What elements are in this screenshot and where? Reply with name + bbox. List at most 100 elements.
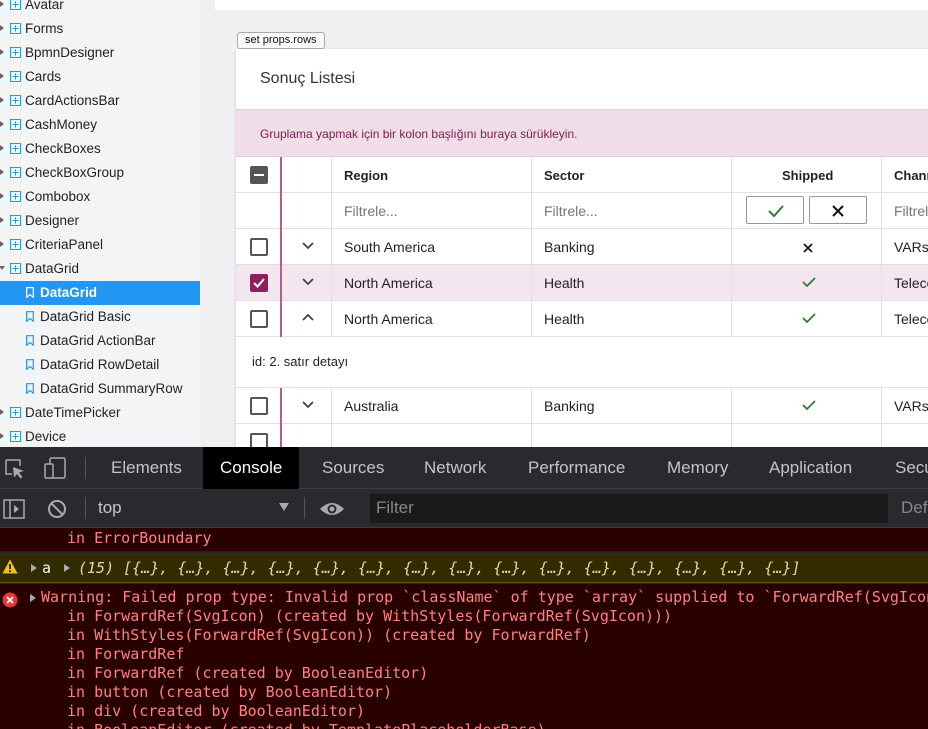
- select-all-checkbox[interactable]: [250, 166, 268, 184]
- sidebar-item[interactable]: BpmnDesigner: [0, 41, 200, 65]
- sidebar-item-label: Combobox: [25, 189, 91, 204]
- tree-caret-icon[interactable]: [0, 433, 4, 439]
- tree-caret-icon[interactable]: [0, 217, 4, 223]
- column-header-label: Channel: [894, 168, 928, 183]
- console-filter-input[interactable]: [376, 497, 876, 519]
- sidebar-item[interactable]: DataGrid ActionBar: [0, 329, 200, 353]
- channel-filter-input[interactable]: [894, 203, 928, 219]
- tab-memory[interactable]: Memory: [667, 447, 728, 489]
- region-filter-input[interactable]: [344, 203, 524, 219]
- table-row[interactable]: Australia Banking VARs: [236, 388, 928, 424]
- tree-caret-icon[interactable]: [0, 121, 4, 127]
- sector-filter-input[interactable]: [544, 203, 724, 219]
- sidebar-item[interactable]: CardActionsBar: [0, 89, 200, 113]
- sidebar-item[interactable]: DataGrid Basic: [0, 305, 200, 329]
- column-header-shipped[interactable]: Shipped: [732, 157, 882, 193]
- sidebar-item[interactable]: CashMoney: [0, 113, 200, 137]
- region-cell: North America: [332, 265, 532, 301]
- column-header-channel[interactable]: Channel: [882, 157, 928, 193]
- plus-square-icon: [10, 191, 21, 202]
- tree-caret-icon[interactable]: [0, 409, 4, 415]
- show-sidebar-icon[interactable]: [3, 499, 25, 519]
- tree-caret-icon[interactable]: [0, 241, 4, 247]
- console-message-error[interactable]: Warning: Failed prop type: Invalid prop …: [0, 584, 928, 729]
- filter-true-button[interactable]: [746, 196, 804, 224]
- table-header-row: Region Sector Shipped Channel: [236, 157, 928, 193]
- sidebar-item[interactable]: CriteriaPanel: [0, 233, 200, 257]
- tree-caret-icon[interactable]: [0, 73, 4, 79]
- tab-performance[interactable]: Performance: [528, 447, 625, 489]
- select-cell: [236, 229, 282, 265]
- tree-caret-icon[interactable]: [0, 266, 5, 270]
- clear-console-icon[interactable]: [47, 499, 67, 519]
- row-checkbox[interactable]: [250, 397, 268, 415]
- tab-console[interactable]: Console: [203, 447, 300, 489]
- tab-application[interactable]: Application: [769, 447, 852, 489]
- sidebar-item[interactable]: Forms: [0, 17, 200, 41]
- sidebar-item[interactable]: DateTimePicker: [0, 401, 200, 425]
- sidebar-item-label: DataGrid: [25, 261, 80, 276]
- plus-square-icon: [10, 23, 21, 34]
- group-panel[interactable]: Gruplama yapmak için bir kolon başlığını…: [236, 109, 928, 157]
- sidebar-item[interactable]: Designer: [0, 209, 200, 233]
- set-rows-button[interactable]: set props.rows: [237, 32, 325, 49]
- table-row[interactable]: North America Health Telecom: [236, 301, 928, 337]
- sidebar-item[interactable]: DataGrid SummaryRow: [0, 377, 200, 401]
- sidebar-item[interactable]: DataGrid: [0, 281, 200, 305]
- stack-line: in div (created by BooleanEditor): [67, 702, 366, 720]
- column-header-sector[interactable]: Sector: [532, 157, 732, 193]
- table-row[interactable]: North America Health Telecom: [236, 265, 928, 301]
- sidebar-item[interactable]: CheckBoxes: [0, 137, 200, 161]
- tree-caret-icon[interactable]: [0, 169, 4, 175]
- expand-arrow-icon[interactable]: [30, 594, 36, 602]
- sidebar-item[interactable]: Device: [0, 425, 200, 447]
- tab-elements[interactable]: Elements: [111, 447, 182, 489]
- tree-caret-icon[interactable]: [0, 145, 4, 151]
- device-toolbar-icon[interactable]: [43, 456, 67, 480]
- table-row[interactable]: South America Banking VARs: [236, 229, 928, 265]
- bookmark-icon: [26, 287, 34, 298]
- row-checkbox[interactable]: [250, 274, 268, 292]
- log-levels-dropdown[interactable]: Default levels: [901, 498, 928, 518]
- plus-square-icon: [10, 431, 21, 442]
- log-array-preview[interactable]: (15) [{…}, {…}, {…}, {…}, {…}, {…}, {…},…: [78, 559, 800, 577]
- sidebar-item[interactable]: Avatar: [0, 0, 200, 17]
- inspect-element-icon[interactable]: [4, 458, 26, 480]
- tree-caret-icon[interactable]: [0, 49, 4, 55]
- sidebar-item[interactable]: DataGrid: [0, 257, 200, 281]
- bookmark-icon: [26, 383, 34, 394]
- context-select[interactable]: top: [98, 498, 122, 518]
- tree-caret-icon[interactable]: [0, 97, 4, 103]
- chevron-down-icon: [279, 503, 289, 511]
- check-icon: [768, 205, 784, 218]
- sidebar-item[interactable]: Cards: [0, 65, 200, 89]
- tab-security[interactable]: Security: [895, 447, 928, 489]
- sidebar-item[interactable]: DataGrid RowDetail: [0, 353, 200, 377]
- card-title: Sonuç Listesi: [260, 70, 356, 87]
- sector-cell: Health: [532, 301, 732, 337]
- tab-network[interactable]: Network: [424, 447, 486, 489]
- column-header-region[interactable]: Region: [332, 157, 532, 193]
- chevron-up-icon[interactable]: [302, 313, 314, 323]
- eye-icon[interactable]: [319, 501, 345, 517]
- chevron-down-icon[interactable]: [302, 277, 314, 287]
- tree-caret-icon[interactable]: [0, 193, 4, 199]
- row-checkbox[interactable]: [250, 433, 268, 447]
- table-row[interactable]: [236, 424, 928, 447]
- console-message-log[interactable]: a (15) [{…}, {…}, {…}, {…}, {…}, {…}, {……: [0, 553, 928, 583]
- expand-arrow-icon[interactable]: [64, 564, 70, 572]
- filter-false-button[interactable]: [809, 196, 867, 224]
- shipped-value: [801, 275, 817, 292]
- tab-sources[interactable]: Sources: [322, 447, 384, 489]
- chevron-down-icon[interactable]: [302, 241, 314, 251]
- sidebar-item-label: Avatar: [25, 0, 64, 12]
- tree-caret-icon[interactable]: [0, 1, 4, 7]
- expand-arrow-icon[interactable]: [31, 564, 37, 572]
- sidebar-item[interactable]: CheckBoxGroup: [0, 161, 200, 185]
- sidebar-item[interactable]: Combobox: [0, 185, 200, 209]
- chevron-down-icon[interactable]: [302, 400, 314, 410]
- row-checkbox[interactable]: [250, 310, 268, 328]
- tree-caret-icon[interactable]: [0, 25, 4, 31]
- row-checkbox[interactable]: [250, 238, 268, 256]
- channel-cell: Telecom: [882, 301, 928, 337]
